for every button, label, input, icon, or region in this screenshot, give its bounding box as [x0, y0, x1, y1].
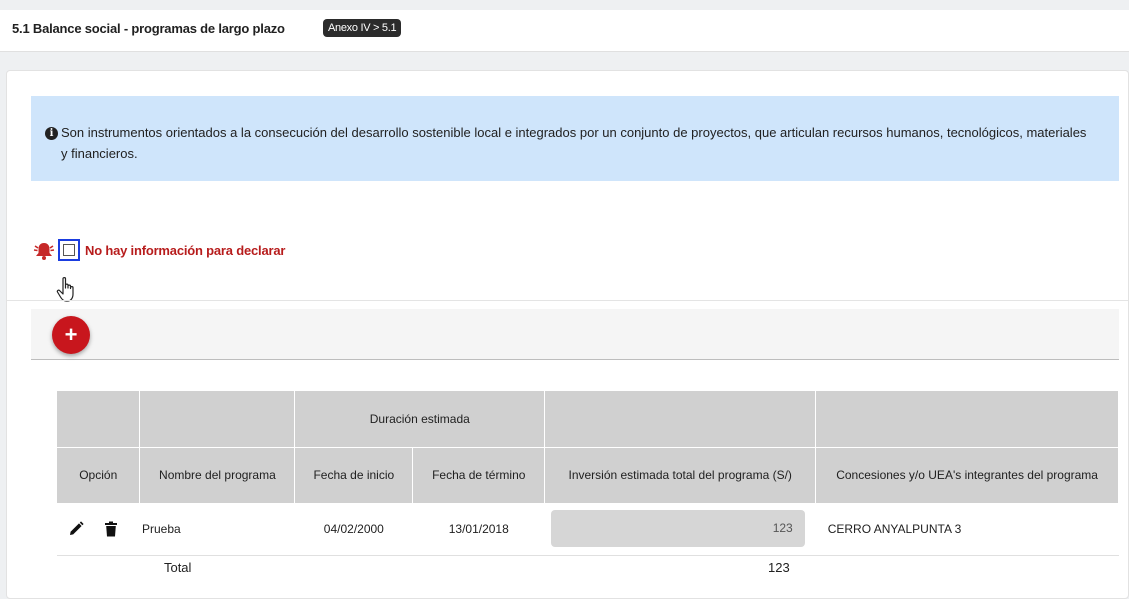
- total-empty: [413, 555, 545, 579]
- total-value: 123: [768, 559, 790, 575]
- section-divider: [7, 300, 1128, 301]
- cell-fecha-inicio: 04/02/2000: [294, 503, 413, 556]
- header-inversion: Inversión estimada total del programa (S…: [544, 447, 817, 503]
- total-row: Total 123: [57, 555, 1119, 579]
- header-duracion-estimada: Duración estimada: [294, 391, 546, 448]
- header-empty: [544, 391, 817, 448]
- header-fecha-termino: Fecha de término: [412, 447, 546, 503]
- info-alert: i Son instrumentos orientados a la consec…: [31, 96, 1119, 181]
- header-nombre-programa: Nombre del programa: [139, 447, 296, 503]
- page-header: 5.1 Balance social - programas de largo …: [0, 10, 1129, 52]
- checkbox-box: [63, 244, 75, 256]
- table-toolbar: +: [31, 309, 1119, 360]
- bell-icon: [33, 243, 55, 260]
- cell-fecha-termino: 13/01/2018: [412, 503, 545, 556]
- total-empty: [57, 555, 140, 579]
- cell-inversion: 123: [544, 503, 816, 556]
- header-concesiones: Concesiones y/o UEA's integrantes del pr…: [815, 447, 1119, 503]
- no-info-label[interactable]: No hay información para declarar: [85, 243, 285, 258]
- row-actions: [57, 503, 140, 556]
- trash-icon[interactable]: [102, 520, 120, 538]
- header-empty: [139, 391, 296, 448]
- total-empty: [816, 555, 1119, 579]
- cell-concesiones: CERRO ANYALPUNTA 3: [815, 503, 1119, 556]
- header-opcion: Opción: [57, 447, 141, 503]
- table-row: Prueba 04/02/2000 13/01/2018 123 CERRO A…: [57, 503, 1119, 556]
- programs-table: Duración estimada Opción Nombre del prog…: [57, 391, 1119, 579]
- section-badge: Anexo IV > 5.1: [323, 19, 402, 37]
- header-empty: [57, 391, 141, 448]
- cell-nombre: Prueba: [139, 503, 295, 556]
- header-fecha-inicio: Fecha de inicio: [294, 447, 414, 503]
- total-empty: [295, 555, 413, 579]
- header-empty: [815, 391, 1119, 448]
- info-text: Son instrumentos orientados a la consecu…: [61, 125, 1087, 161]
- page-title: 5.1 Balance social - programas de largo …: [12, 21, 285, 36]
- total-label: Total: [163, 559, 192, 575]
- pencil-icon[interactable]: [67, 520, 85, 538]
- table-header-group-row: Duración estimada: [57, 391, 1119, 448]
- inversion-input[interactable]: 123: [550, 510, 805, 548]
- info-icon: i: [45, 127, 58, 140]
- no-info-checkbox[interactable]: [58, 239, 80, 261]
- content-card: i Son instrumentos orientados a la consec…: [6, 70, 1129, 599]
- add-program-button[interactable]: +: [52, 316, 90, 354]
- table-header-row: Opción Nombre del programa Fecha de inic…: [57, 447, 1119, 503]
